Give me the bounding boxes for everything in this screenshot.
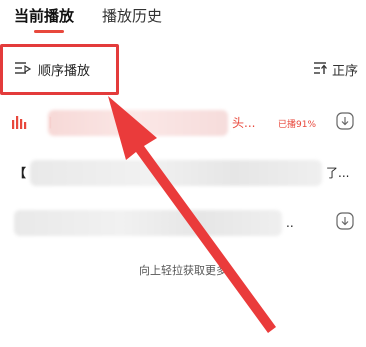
blurred-title (48, 110, 228, 136)
order-list-icon (14, 60, 32, 79)
blurred-title (14, 210, 282, 236)
item-title-prefix: 【 (14, 166, 27, 180)
item-title-suffix: 头... (232, 116, 256, 130)
download-icon[interactable] (336, 112, 354, 134)
list-item[interactable]: 【 了... (0, 150, 366, 198)
play-order-button[interactable]: 顺序播放 (14, 52, 90, 86)
play-order-label: 顺序播放 (38, 63, 91, 79)
item-title-suffix: .. (286, 216, 294, 230)
list-item-playing[interactable]: 【 头... 已播91% (0, 100, 366, 148)
sort-order-label: 正序 (331, 63, 358, 79)
tab-bar: 当前播放 播放历史 (0, 0, 366, 38)
list-item[interactable]: .. (0, 200, 366, 248)
tab-current-playing[interactable]: 当前播放 (14, 6, 74, 26)
sort-icon (313, 60, 327, 79)
play-progress-label: 已播91% (278, 120, 317, 130)
playlist-toolbar: 顺序播放 正序 (0, 52, 366, 86)
sort-order-button[interactable]: 正序 (313, 52, 358, 86)
playlist-panel: 当前播放 播放历史 顺序播放 正序 头... 已播91% 【 了... .. 向… (0, 0, 366, 347)
tab-active-indicator (34, 30, 64, 33)
playing-bars-icon (11, 114, 27, 134)
item-title-suffix: 了... (326, 166, 350, 180)
blurred-title (30, 160, 322, 186)
tab-play-history[interactable]: 播放历史 (102, 6, 162, 26)
load-more-hint: 向上轻拉获取更多 (139, 264, 227, 277)
download-icon[interactable] (336, 212, 354, 234)
